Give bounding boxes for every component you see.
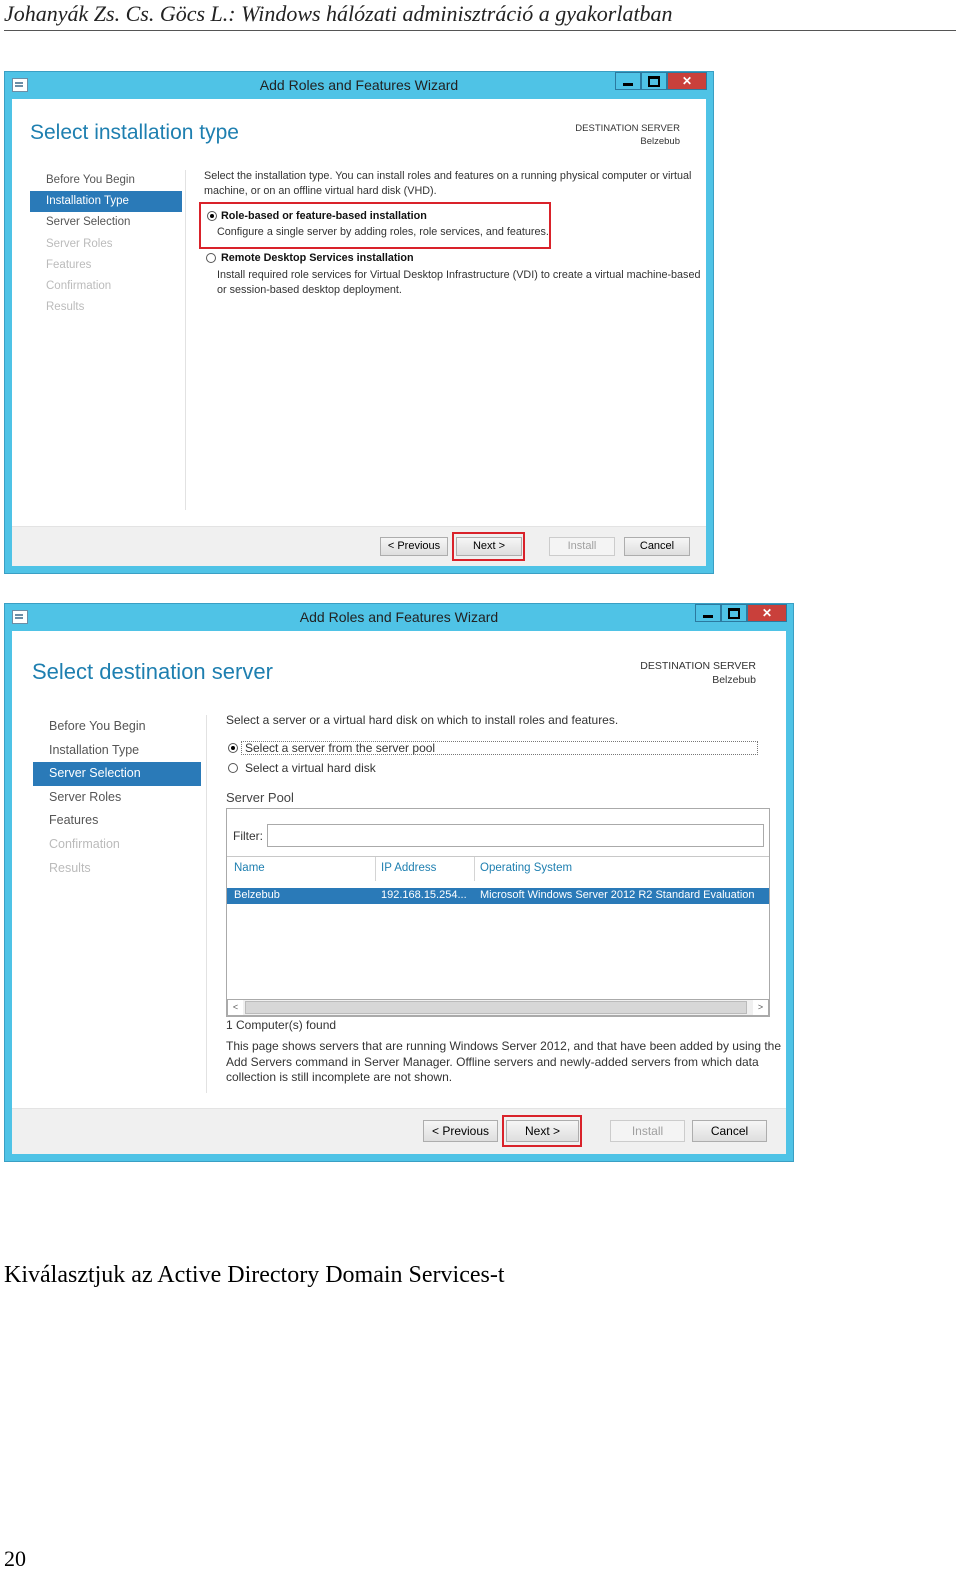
nav-item-installation-type[interactable]: Installation Type — [30, 191, 182, 213]
note-line: This page shows servers that are running… — [226, 1039, 782, 1053]
nav-item-confirmation: Confirmation — [46, 279, 112, 292]
radio-virtual-disk-label[interactable]: Select a virtual hard disk — [245, 761, 376, 776]
nav-item-installation-type[interactable]: Installation Type — [33, 739, 201, 763]
server-pool-label: Server Pool — [226, 790, 294, 805]
intro-line: machine, or on an offline virtual hard d… — [204, 184, 437, 197]
column-header-name[interactable]: Name — [234, 862, 265, 874]
cancel-button[interactable]: Cancel — [624, 537, 690, 556]
install-button[interactable]: Install — [610, 1120, 685, 1142]
title-bar[interactable]: Add Roles and Features Wizard ✕ — [5, 72, 713, 98]
radio-remote-desktop[interactable] — [206, 253, 216, 263]
cell-os: Microsoft Windows Server 2012 R2 Standar… — [480, 889, 755, 901]
close-icon: ✕ — [761, 606, 773, 620]
radio-server-pool[interactable] — [228, 743, 238, 753]
option-desc-line: or session-based desktop deployment. — [217, 283, 402, 296]
wizard-nav: Before You Begin Installation Type Serve… — [30, 170, 182, 318]
nav-divider — [206, 715, 207, 1093]
window-title: Add Roles and Features Wizard — [259, 77, 459, 93]
radio-role-based[interactable] — [207, 211, 217, 221]
wizard-destination-server: Add Roles and Features Wizard ✕ Select d… — [4, 603, 794, 1162]
page-heading: Select destination server — [32, 659, 273, 684]
intro-text: Select the installation type. You can in… — [204, 169, 691, 198]
destination-server-label: DESTINATION SERVER — [575, 123, 680, 134]
nav-item-results: Results — [46, 301, 85, 314]
close-icon: ✕ — [681, 74, 693, 88]
server-pool-panel: Filter: Name IP Address Operating System… — [226, 808, 770, 1017]
option-role-based-desc: Configure a single server by adding role… — [217, 226, 549, 238]
minimize-icon — [623, 82, 633, 86]
option-role-based-title[interactable]: Role-based or feature-based installation — [221, 209, 427, 224]
nav-item-before-you-begin[interactable]: Before You Begin — [33, 715, 201, 739]
nav-item-features: Features — [46, 258, 92, 271]
filter-divider — [227, 856, 769, 857]
page-header: Johanyák Zs. Cs. Göcs L.: Windows hálóza… — [4, 0, 956, 31]
destination-server-label: DESTINATION SERVER — [640, 660, 756, 672]
radio-server-pool-label[interactable]: Select a server from the server pool — [241, 741, 758, 755]
page-number: 20 — [4, 1546, 26, 1571]
install-button[interactable]: Install — [549, 537, 615, 556]
destination-server-name: Belzebub — [640, 136, 680, 147]
server-pool-note: This page shows servers that are running… — [226, 1039, 781, 1086]
destination-server-name: Belzebub — [712, 674, 756, 686]
window-title: Add Roles and Features Wizard — [299, 609, 499, 625]
previous-button[interactable]: < Previous — [380, 537, 448, 556]
page-heading: Select installation type — [30, 121, 239, 144]
note-line: Add Servers command in Server Manager. O… — [226, 1054, 759, 1069]
intro-line: Select the installation type. You can in… — [204, 170, 692, 182]
previous-button[interactable]: < Previous — [423, 1120, 498, 1142]
wizard-footer: < Previous Next > Install Cancel — [12, 1108, 786, 1154]
minimize-icon — [703, 614, 713, 618]
destination-server: DESTINATION SERVER Belzebub — [640, 659, 756, 687]
cell-ip: 192.168.15.254... — [381, 889, 467, 901]
maximize-button[interactable] — [641, 72, 667, 90]
filter-input[interactable] — [267, 824, 764, 847]
nav-item-results: Results — [49, 860, 91, 875]
cell-name: Belzebub — [234, 889, 280, 901]
wizard-nav: Before You Begin Installation Type Serve… — [33, 715, 201, 880]
cancel-button[interactable]: Cancel — [692, 1120, 767, 1142]
nav-item-server-selection[interactable]: Server Selection — [30, 212, 182, 233]
nav-item-before-you-begin[interactable]: Before You Begin — [30, 170, 182, 191]
column-divider — [375, 857, 376, 881]
option-remote-desktop-desc: Install required role services for Virtu… — [217, 268, 700, 297]
next-button[interactable]: Next > — [456, 537, 522, 556]
table-row[interactable]: Belzebub 192.168.15.254... Microsoft Win… — [227, 888, 769, 904]
nav-item-server-selection[interactable]: Server Selection — [33, 762, 201, 786]
column-header-os[interactable]: Operating System — [480, 862, 572, 874]
intro-text: Select a server or a virtual hard disk o… — [226, 713, 619, 727]
nav-item-server-roles: Server Roles — [46, 237, 113, 250]
destination-server: DESTINATION SERVER Belzebub — [575, 122, 680, 148]
wizard-footer: < Previous Next > Install Cancel — [12, 526, 706, 566]
option-desc-line: Install required role services for Virtu… — [217, 269, 701, 281]
minimize-button[interactable] — [695, 604, 721, 622]
close-button[interactable]: ✕ — [747, 604, 787, 622]
column-divider — [474, 857, 475, 881]
wizard-client: Select installation type DESTINATION SER… — [12, 99, 706, 566]
nav-item-server-roles[interactable]: Server Roles — [33, 786, 201, 810]
close-button[interactable]: ✕ — [667, 72, 707, 90]
minimize-button[interactable] — [615, 72, 641, 90]
title-bar[interactable]: Add Roles and Features Wizard ✕ — [5, 604, 793, 630]
scroll-thumb[interactable] — [245, 1001, 747, 1014]
computer-count: 1 Computer(s) found — [226, 1018, 337, 1032]
filter-label: Filter: — [233, 829, 263, 843]
scroll-right-icon[interactable]: > — [753, 1000, 768, 1015]
scroll-left-icon[interactable]: < — [228, 1000, 243, 1015]
wizard-client: Select destination server DESTINATION SE… — [12, 631, 786, 1154]
maximize-icon — [728, 607, 740, 619]
note-line: collection is still incomplete are not s… — [226, 1070, 453, 1084]
nav-item-confirmation: Confirmation — [49, 836, 120, 851]
radio-virtual-disk[interactable] — [228, 763, 238, 773]
caption: Kiválasztjuk az Active Directory Domain … — [4, 1262, 505, 1288]
maximize-button[interactable] — [721, 604, 747, 622]
nav-divider — [185, 170, 186, 510]
nav-item-features[interactable]: Features — [33, 809, 201, 833]
maximize-icon — [648, 75, 660, 87]
horizontal-scrollbar[interactable]: < > — [227, 999, 769, 1016]
column-header-ip[interactable]: IP Address — [381, 862, 436, 874]
option-remote-desktop-title[interactable]: Remote Desktop Services installation — [221, 251, 414, 266]
wizard-installation-type: Add Roles and Features Wizard ✕ Select i… — [4, 71, 714, 574]
next-button[interactable]: Next > — [506, 1120, 579, 1142]
